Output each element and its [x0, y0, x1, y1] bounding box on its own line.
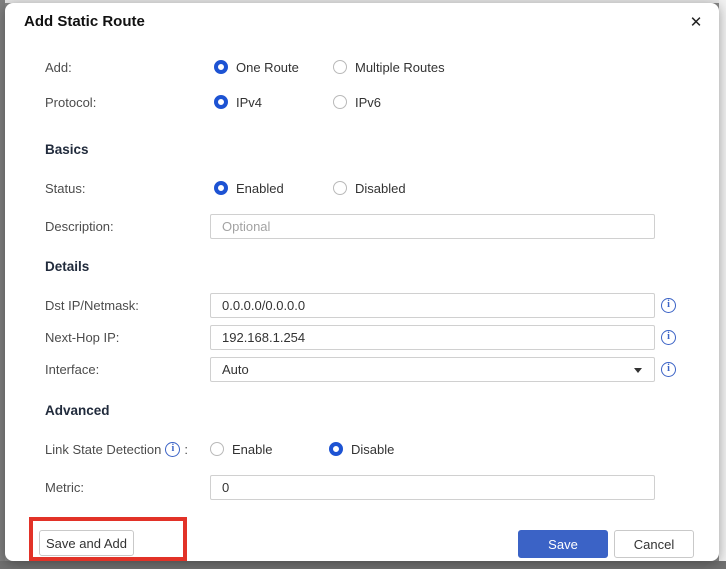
section-details: Details — [45, 259, 90, 274]
section-basics: Basics — [45, 142, 89, 157]
status-radio-group: Enabled Disabled — [214, 181, 406, 196]
radio-enabled[interactable]: Enabled — [214, 181, 284, 196]
info-icon[interactable]: i — [661, 329, 676, 345]
info-icon[interactable]: i — [661, 361, 676, 377]
radio-unselected-icon — [333, 181, 347, 195]
interface-select[interactable]: Auto — [210, 356, 655, 382]
radio-unselected-icon — [210, 442, 224, 456]
cancel-button[interactable]: Cancel — [614, 530, 694, 558]
row-interface: Interface: Auto i — [5, 356, 719, 382]
save-button[interactable]: Save — [518, 530, 608, 558]
protocol-radio-group: IPv4 IPv6 — [214, 95, 381, 110]
next-hop-label: Next-Hop IP: — [45, 329, 120, 345]
radio-selected-icon — [214, 60, 228, 74]
add-radio-group: One Route Multiple Routes — [214, 60, 445, 75]
metric-input[interactable] — [210, 474, 655, 500]
radio-selected-icon — [214, 181, 228, 195]
metric-label: Metric: — [45, 479, 84, 495]
radio-enable[interactable]: Enable — [210, 442, 272, 457]
row-dst-ip: Dst IP/Netmask: i — [5, 292, 719, 318]
row-protocol: Protocol: IPv4 IPv6 — [5, 89, 719, 115]
dst-ip-input[interactable] — [210, 292, 655, 318]
chevron-down-icon — [634, 367, 642, 373]
interface-label: Interface: — [45, 361, 100, 377]
save-and-add-button[interactable]: Save and Add — [39, 530, 134, 556]
section-advanced: Advanced — [45, 403, 110, 418]
row-status: Status: Enabled Disabled — [5, 175, 719, 201]
radio-disable[interactable]: Disable — [329, 442, 394, 457]
radio-ipv6[interactable]: IPv6 — [333, 95, 381, 110]
row-metric: Metric: — [5, 474, 719, 500]
next-hop-input[interactable] — [210, 324, 655, 350]
radio-unselected-icon — [333, 95, 347, 109]
info-icon[interactable]: i — [661, 297, 676, 313]
info-icon[interactable]: i — [165, 441, 181, 457]
radio-selected-icon — [214, 95, 228, 109]
dialog-title: Add Static Route — [24, 13, 145, 30]
add-static-route-dialog: Add Static Route ✕ Add: One Route Multip… — [5, 3, 719, 561]
dst-ip-label: Dst IP/Netmask: — [45, 297, 139, 313]
link-state-radio-group: Enable Disable — [210, 442, 394, 457]
radio-disabled[interactable]: Disabled — [333, 181, 406, 196]
radio-ipv4[interactable]: IPv4 — [214, 95, 262, 110]
row-add: Add: One Route Multiple Routes — [5, 54, 719, 80]
close-icon[interactable]: ✕ — [685, 11, 707, 33]
page-background-bottom — [0, 561, 726, 569]
row-link-state: Link State Detection i : Enable Disable — [5, 436, 719, 462]
radio-selected-icon — [329, 442, 343, 456]
description-label: Description: — [45, 218, 114, 234]
screen: Add Static Route ✕ Add: One Route Multip… — [0, 0, 726, 569]
add-label: Add: — [45, 59, 72, 75]
radio-one-route[interactable]: One Route — [214, 60, 299, 75]
row-next-hop: Next-Hop IP: i — [5, 324, 719, 350]
row-description: Description: — [5, 213, 719, 239]
interface-selected-value: Auto — [222, 361, 249, 377]
protocol-label: Protocol: — [45, 94, 97, 110]
radio-unselected-icon — [333, 60, 347, 74]
page-background-right — [719, 0, 726, 569]
link-state-label: Link State Detection i : — [45, 441, 188, 457]
radio-multiple-routes[interactable]: Multiple Routes — [333, 60, 445, 75]
description-input[interactable] — [210, 213, 655, 239]
status-label: Status: — [45, 180, 86, 196]
